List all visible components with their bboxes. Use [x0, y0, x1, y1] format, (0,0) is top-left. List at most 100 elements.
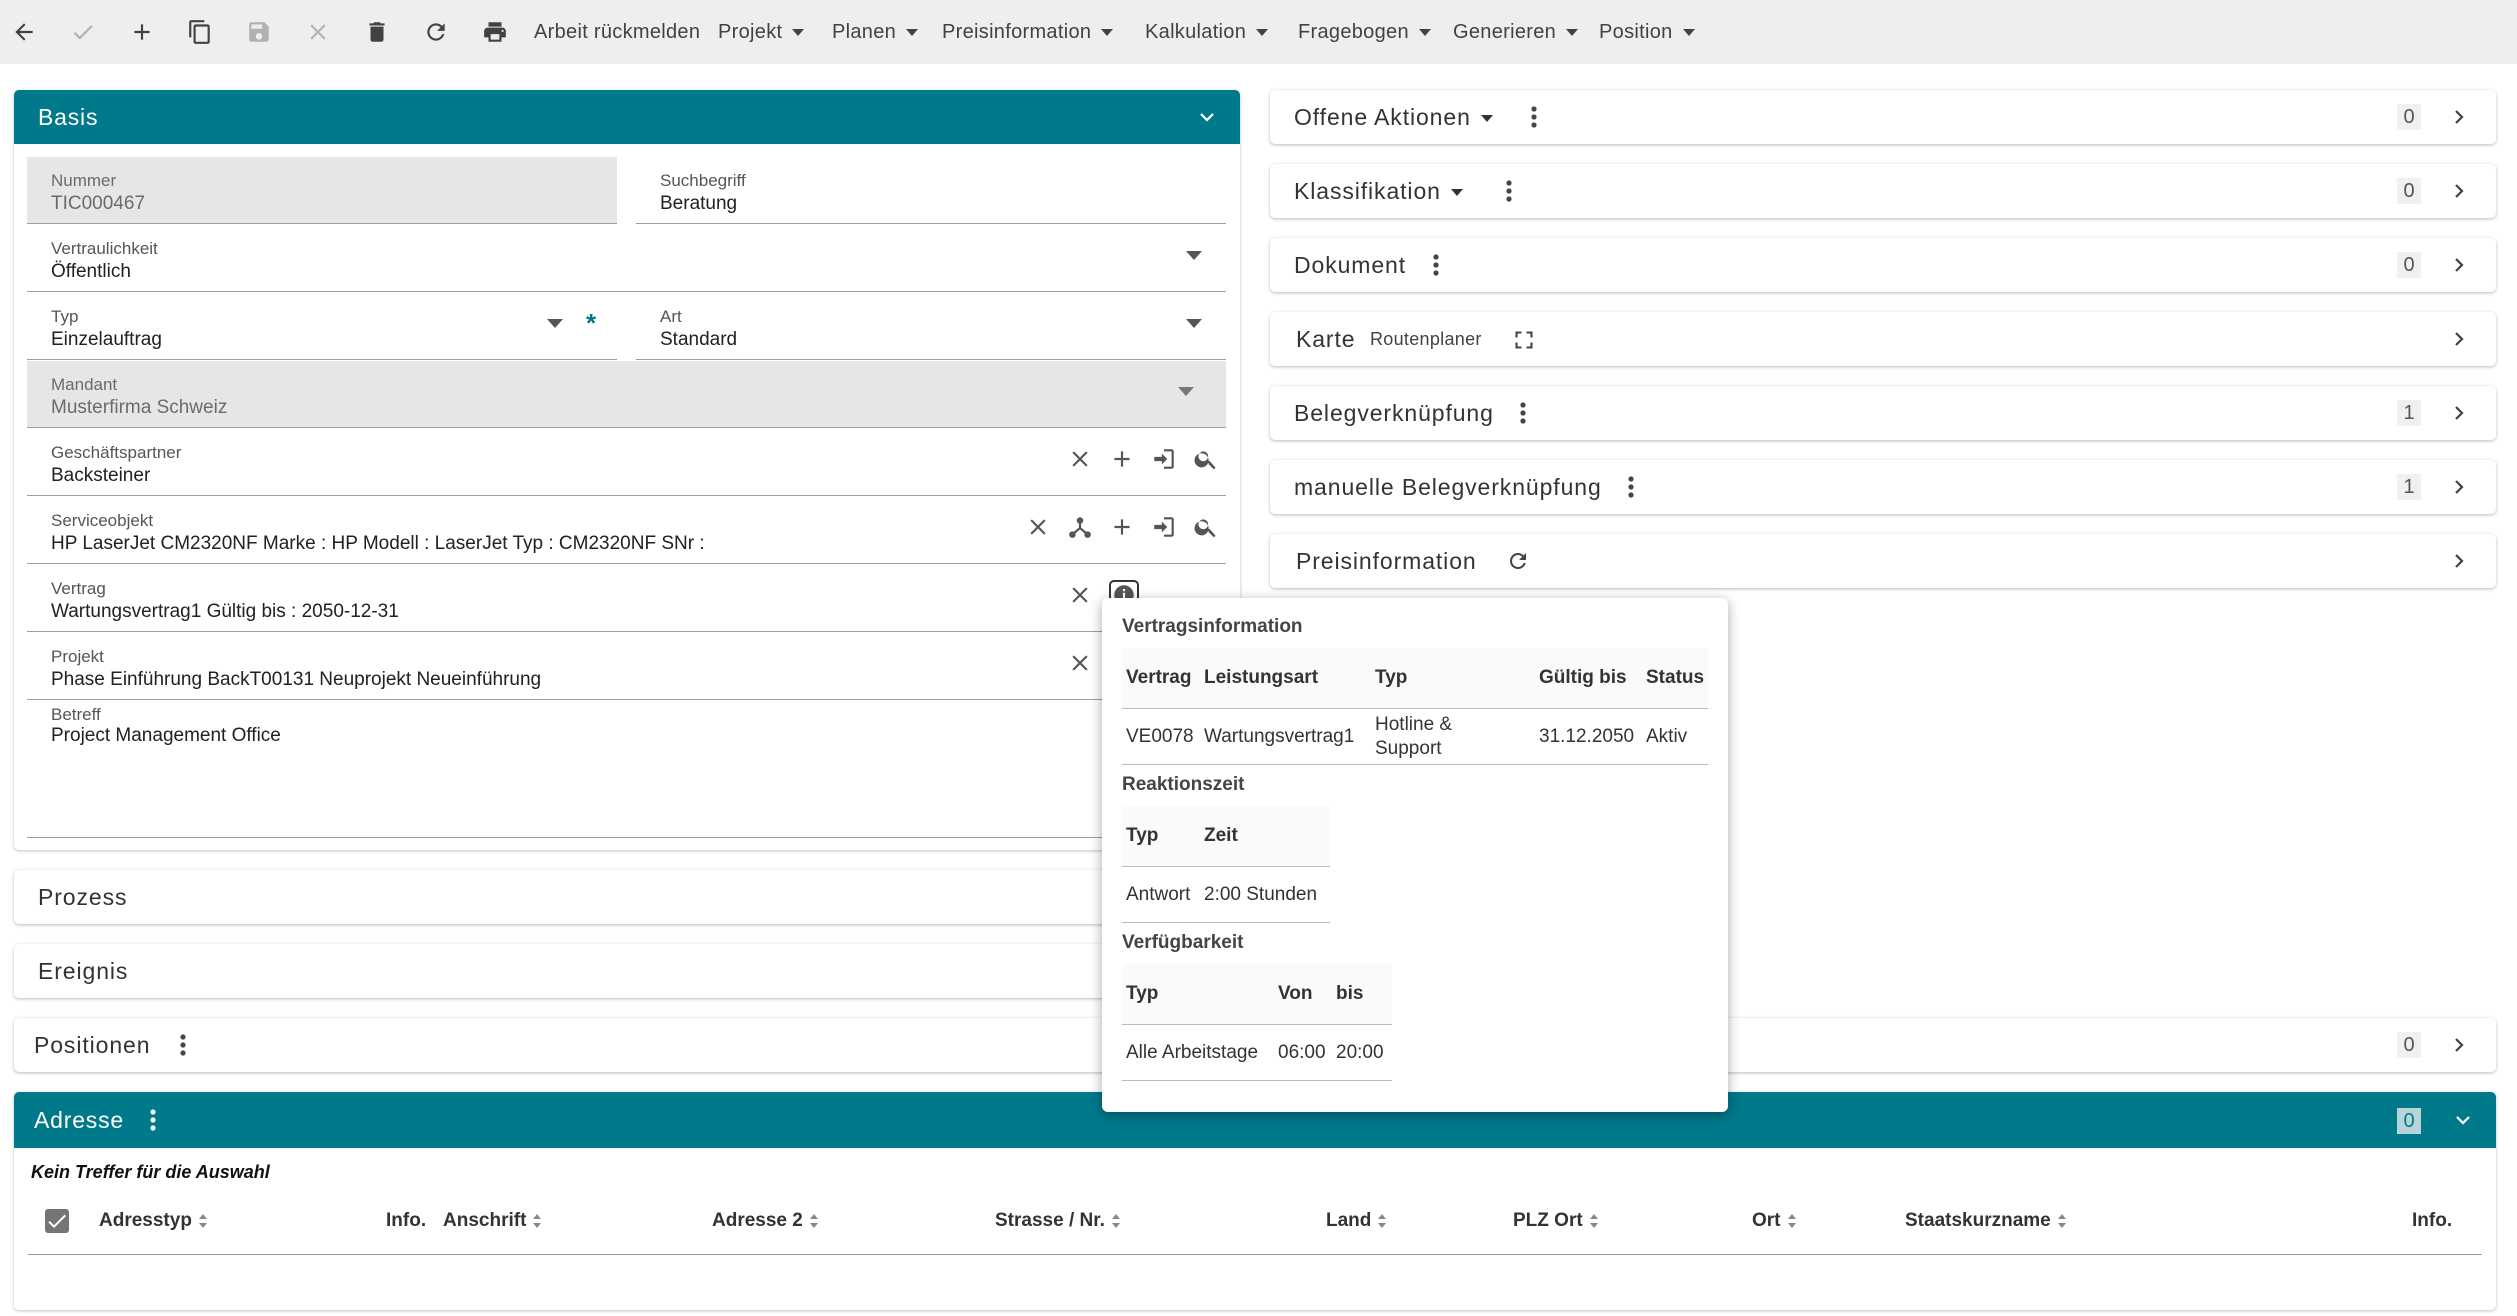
menu-planen[interactable]: Planen — [832, 16, 919, 48]
dropdown-arrow-icon[interactable] — [547, 319, 563, 328]
offene-aktionen-title[interactable]: Offene Aktionen — [1294, 104, 1493, 131]
open-link-icon[interactable] — [1151, 514, 1177, 540]
more-vert-icon[interactable] — [1531, 106, 1537, 128]
col-strasse[interactable]: Strasse / Nr. — [995, 1210, 1121, 1232]
more-vert-icon[interactable] — [1506, 180, 1512, 202]
delete-icon[interactable] — [355, 10, 399, 54]
chevron-down-icon[interactable] — [1198, 108, 1216, 126]
chevron-right-icon[interactable] — [2450, 404, 2468, 422]
chevron-right-icon[interactable] — [2450, 108, 2468, 126]
sort-icon — [533, 1213, 542, 1228]
menu-preisinformation[interactable]: Preisinformation — [942, 16, 1114, 48]
vertrag-field[interactable]: Vertrag Wartungsvertrag1 Gültig bis : 20… — [27, 565, 1226, 632]
clear-icon[interactable] — [1067, 650, 1093, 676]
prozess-panel[interactable]: Prozess — [14, 870, 1240, 924]
caret-down-icon — [1418, 29, 1431, 37]
copy-icon[interactable] — [178, 10, 222, 54]
menu-projekt[interactable]: Projekt — [718, 16, 805, 48]
col-info-2[interactable]: Info. — [2412, 1210, 2452, 1232]
menu-position[interactable]: Position — [1599, 16, 1695, 48]
routenplaner-link[interactable]: Routenplaner — [1370, 329, 1482, 350]
karte-panel[interactable]: Karte Routenplaner — [1270, 312, 2496, 366]
cancel-icon[interactable] — [296, 10, 340, 54]
search-icon[interactable] — [1193, 514, 1219, 540]
chevron-down-icon[interactable] — [2454, 1111, 2472, 1129]
refresh-icon[interactable] — [414, 10, 458, 54]
klassifikation-panel[interactable]: Klassifikation 0 — [1270, 164, 2496, 218]
back-arrow-icon[interactable] — [2, 10, 46, 54]
offene-aktionen-panel[interactable]: Offene Aktionen 0 — [1270, 90, 2496, 144]
geschaeftspartner-field[interactable]: Geschäftspartner Backsteiner — [27, 429, 1226, 496]
art-select[interactable]: Art Standard — [636, 293, 1226, 360]
col-adresstyp[interactable]: Adresstyp — [99, 1210, 208, 1232]
col-anschrift[interactable]: Anschrift — [443, 1210, 542, 1232]
col-plz-ort[interactable]: PLZ Ort — [1513, 1210, 1599, 1232]
more-vert-icon[interactable] — [150, 1109, 156, 1131]
more-vert-icon[interactable] — [180, 1034, 186, 1056]
dropdown-arrow-icon[interactable] — [1186, 319, 1202, 328]
chevron-right-icon[interactable] — [2450, 478, 2468, 496]
typ-select[interactable]: Typ Einzelauftrag — [27, 293, 617, 360]
suchbegriff-field[interactable]: Suchbegriff Beratung — [636, 157, 1226, 224]
vertraulichkeit-select[interactable]: Vertraulichkeit Öffentlich — [27, 225, 1226, 292]
add-icon[interactable] — [1109, 446, 1135, 472]
more-vert-icon[interactable] — [1628, 476, 1634, 498]
clear-icon[interactable] — [1025, 514, 1051, 540]
menu-fragebogen[interactable]: Fragebogen — [1298, 16, 1431, 48]
sort-icon — [2057, 1213, 2066, 1228]
menu-arbeit-rueckmelden[interactable]: Arbeit rückmelden — [534, 16, 700, 48]
search-icon[interactable] — [1193, 446, 1219, 472]
sort-icon — [1378, 1213, 1387, 1228]
dropdown-arrow-icon[interactable] — [1186, 251, 1202, 260]
check-icon[interactable] — [61, 10, 105, 54]
table-header-divider — [28, 1254, 2482, 1255]
ereignis-panel[interactable]: Ereignis — [14, 944, 1240, 998]
col-staatskurzname[interactable]: Staatskurzname — [1905, 1210, 2067, 1232]
col-ort[interactable]: Ort — [1752, 1210, 1797, 1232]
projekt-field[interactable]: Projekt Phase Einführung BackT00131 Neup… — [27, 633, 1226, 700]
col-info[interactable]: Info. — [386, 1210, 426, 1232]
belegverknuepfung-panel[interactable]: Belegverknüpfung 1 — [1270, 386, 2496, 440]
th-gueltig-bis: Gültig bis — [1539, 667, 1627, 688]
add-icon[interactable] — [120, 10, 164, 54]
cell-zeit: 2:00 Stunden — [1204, 884, 1318, 905]
hierarchy-icon[interactable] — [1067, 514, 1093, 540]
vertrag-value: Wartungsvertrag1 Gültig bis : 2050-12-31 — [51, 601, 399, 622]
th-typ: Typ — [1126, 983, 1159, 1004]
fullscreen-icon[interactable] — [1514, 330, 1534, 350]
chevron-right-icon[interactable] — [2450, 182, 2468, 200]
dokument-panel[interactable]: Dokument 0 — [1270, 238, 2496, 292]
caret-down-icon — [1480, 115, 1493, 123]
basis-header[interactable]: Basis — [14, 90, 1240, 144]
more-vert-icon[interactable] — [1520, 402, 1526, 424]
refresh-icon[interactable] — [1506, 549, 1530, 573]
betreff-textarea[interactable]: Betreff Project Management Office — [27, 701, 1226, 838]
print-icon[interactable] — [473, 10, 517, 54]
dropdown-arrow-icon — [1178, 387, 1194, 396]
col-adresse-2[interactable]: Adresse 2 — [712, 1210, 819, 1232]
manuelle-belegverknuepfung-panel[interactable]: manuelle Belegverknüpfung 1 — [1270, 460, 2496, 514]
cell-typ: Antwort — [1126, 884, 1191, 905]
col-land[interactable]: Land — [1326, 1210, 1387, 1232]
add-icon[interactable] — [1109, 514, 1135, 540]
select-all-checkbox[interactable] — [45, 1209, 69, 1233]
chevron-right-icon[interactable] — [2450, 552, 2468, 570]
clear-icon[interactable] — [1067, 446, 1093, 472]
open-link-icon[interactable] — [1151, 446, 1177, 472]
chevron-right-icon[interactable] — [2450, 256, 2468, 274]
klassifikation-title[interactable]: Klassifikation — [1294, 178, 1463, 205]
menu-generieren[interactable]: Generieren — [1453, 16, 1579, 48]
chevron-right-icon[interactable] — [2450, 1036, 2468, 1054]
th-von: Von — [1278, 983, 1313, 1004]
save-icon[interactable] — [237, 10, 281, 54]
vertrag-table: Vertrag Leistungsart Typ Gültig bis Stat… — [1122, 648, 1708, 765]
serviceobjekt-field[interactable]: Serviceobjekt HP LaserJet CM2320NF Marke… — [27, 497, 1226, 564]
more-vert-icon[interactable] — [1433, 254, 1439, 276]
menu-kalkulation[interactable]: Kalkulation — [1145, 16, 1269, 48]
clear-icon[interactable] — [1067, 582, 1093, 608]
vertrag-row: VE0078 Wartungsvertrag1 Hotline & Suppor… — [1122, 708, 1708, 765]
preisinformation-panel[interactable]: Preisinformation — [1270, 534, 2496, 588]
basis-card: Basis Nummer TIC000467 Suchbegriff Berat… — [14, 90, 1240, 850]
chevron-right-icon[interactable] — [2450, 330, 2468, 348]
cell-gueltig-bis: 31.12.2050 — [1539, 726, 1635, 747]
